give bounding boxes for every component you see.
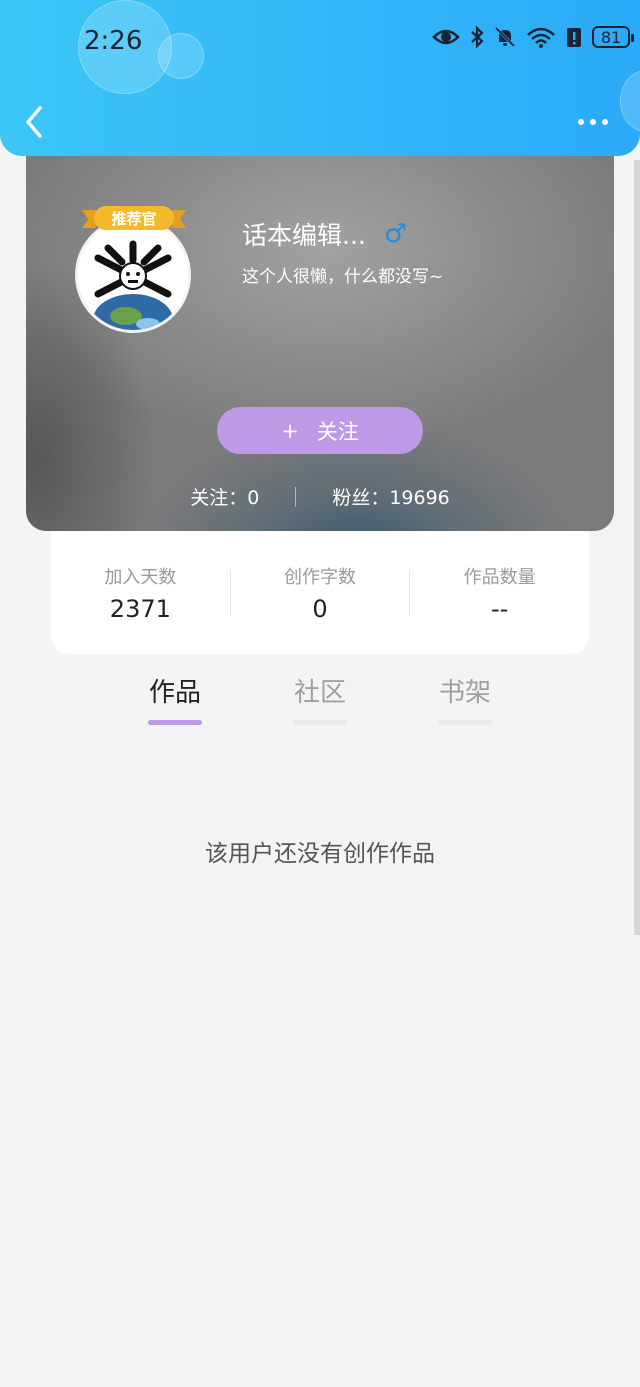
badge-text: 推荐官 (111, 210, 157, 228)
stat-label: 加入天数 (104, 566, 177, 588)
status-icons: 81 (432, 26, 634, 48)
username: 话本编辑... (242, 221, 366, 250)
bell-off-icon (494, 26, 516, 48)
stats-card: 加入天数 2371 创作字数 0 作品数量 -- (51, 531, 589, 654)
following-count[interactable]: 关注：0 (190, 483, 259, 510)
tab-label: 社区 (293, 678, 346, 708)
battery-alert-icon (567, 28, 581, 47)
recommender-badge: 推荐官 (82, 204, 186, 234)
stat-value: 0 (312, 594, 328, 623)
decor-bubble (620, 70, 640, 132)
tab-bookshelf[interactable]: 书架 (425, 672, 505, 725)
tab-indicator (293, 720, 347, 725)
stat-join-days: 加入天数 2371 (51, 563, 230, 623)
eye-icon (432, 29, 460, 45)
more-button[interactable] (578, 112, 614, 132)
empty-state-text: 该用户还没有创作作品 (205, 841, 435, 867)
tab-community[interactable]: 社区 (280, 672, 360, 725)
scrollbar[interactable] (634, 160, 640, 935)
follow-label: 关注 (316, 419, 359, 444)
stat-value: 2371 (109, 594, 171, 623)
more-dot (602, 119, 608, 125)
fans-count[interactable]: 粉丝：19696 (332, 483, 449, 510)
tab-label: 作品 (148, 678, 201, 708)
tab-works[interactable]: 作品 (135, 672, 215, 725)
stat-label: 作品数量 (463, 566, 536, 588)
avatar-image (78, 220, 188, 330)
status-time: 2:26 (84, 26, 143, 56)
tab-label: 书架 (438, 678, 491, 708)
decor-bubble (158, 33, 204, 79)
battery-icon: 81 (592, 26, 634, 48)
wifi-icon (527, 27, 555, 48)
more-dot (590, 119, 596, 125)
back-button[interactable] (20, 104, 52, 140)
top-header: 2:26 81 (0, 0, 640, 156)
follow-stats: 关注：0 粉丝：19696 (26, 483, 614, 510)
stat-word-count: 创作字数 0 (231, 563, 410, 623)
tab-indicator (148, 720, 202, 725)
name-row: 话本编辑... ♂ (242, 216, 407, 252)
stat-label: 创作字数 (284, 566, 356, 588)
stat-value: -- (491, 594, 509, 623)
more-dots-icon (578, 119, 584, 125)
avatar[interactable] (78, 220, 188, 330)
plus-icon: + (281, 418, 299, 443)
user-bio: 这个人很懒，什么都没写~ (242, 267, 444, 287)
divider (295, 486, 297, 507)
male-icon: ♂ (383, 219, 408, 249)
tab-bar: 作品 社区 书架 (0, 672, 640, 732)
tab-indicator (438, 720, 492, 725)
stat-works-count: 作品数量 -- (410, 563, 589, 623)
profile-card: 推荐官 话本编辑... ♂ 这个人很懒，什么都没写~ + 关注 关注：0 粉丝：… (26, 140, 614, 531)
bluetooth-icon (471, 26, 484, 48)
chevron-left-icon (26, 106, 42, 138)
follow-button[interactable]: + 关注 (217, 407, 423, 454)
